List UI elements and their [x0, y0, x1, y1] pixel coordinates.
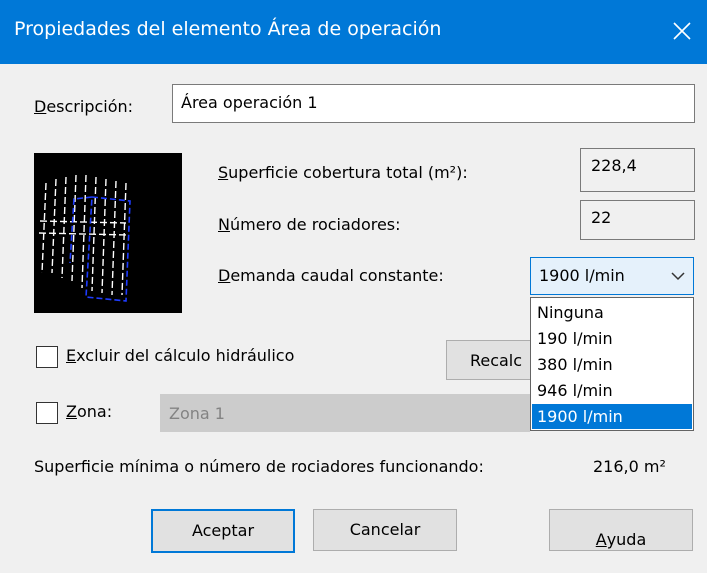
superficie-label: Superficie cobertura total (m²): — [218, 163, 468, 182]
rociadores-label: Número de rociadores: — [218, 215, 401, 234]
descripcion-label: Descripción: — [34, 97, 134, 116]
demanda-label: Demanda caudal constante: — [218, 266, 444, 285]
descripcion-value: Área operación 1 — [181, 93, 318, 112]
superficie-value: 228,4 — [591, 156, 637, 175]
zona-value: Zona 1 — [169, 404, 225, 423]
summary-label: Superficie mínima o número de rociadores… — [34, 457, 484, 476]
close-button[interactable] — [657, 0, 707, 64]
option-ninguna[interactable]: Ninguna — [532, 300, 692, 325]
option-946[interactable]: 946 l/min — [532, 378, 692, 403]
area-preview-image — [34, 153, 182, 313]
descripcion-input[interactable]: Área operación 1 — [172, 84, 695, 123]
zona-label[interactable]: Zona: — [66, 402, 112, 421]
ayuda-button[interactable]: Ayuda — [549, 509, 693, 551]
demanda-selected-value: 1900 l/min — [539, 266, 625, 285]
cancelar-label: Cancelar — [349, 520, 421, 539]
option-1900[interactable]: 1900 l/min — [532, 404, 692, 429]
option-380[interactable]: 380 l/min — [532, 352, 692, 377]
demanda-dropdown-list: Ninguna 190 l/min 380 l/min 946 l/min 19… — [530, 297, 694, 431]
aceptar-label: Aceptar — [191, 521, 255, 540]
option-190[interactable]: 190 l/min — [532, 326, 692, 351]
properties-dialog: Propiedades del elemento Área de operaci… — [0, 0, 707, 573]
chevron-down-icon — [671, 272, 685, 281]
superficie-value-box: 228,4 — [580, 148, 695, 192]
ayuda-label: Ayuda — [595, 530, 647, 549]
sprinkler-layout-drawing — [38, 174, 131, 302]
aceptar-button[interactable]: Aceptar — [151, 509, 295, 553]
excluir-checkbox[interactable] — [36, 346, 58, 368]
excluir-label[interactable]: Excluir del cálculo hidráulico — [66, 346, 294, 365]
zona-checkbox[interactable] — [36, 402, 58, 424]
summary-value: 216,0 m² — [593, 457, 666, 476]
zona-select[interactable]: Zona 1 — [160, 394, 530, 432]
cancelar-button[interactable]: Cancelar — [313, 509, 457, 551]
rociadores-value: 22 — [591, 208, 612, 227]
recalcular-label: Recalc — [469, 351, 523, 370]
rociadores-value-box: 22 — [580, 200, 695, 240]
demanda-select[interactable]: 1900 l/min — [530, 257, 694, 295]
title-bar: Propiedades del elemento Área de operaci… — [0, 0, 707, 64]
window-title: Propiedades del elemento Área de operaci… — [14, 18, 442, 40]
close-icon — [673, 22, 691, 40]
